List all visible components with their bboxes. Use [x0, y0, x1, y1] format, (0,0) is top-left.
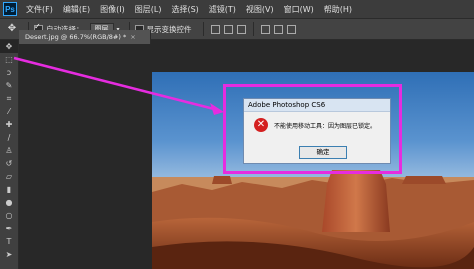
- history-brush-icon[interactable]: ↺: [0, 157, 18, 170]
- stamp-icon[interactable]: ♙: [0, 144, 18, 157]
- quick-select-icon[interactable]: ✎: [0, 79, 18, 92]
- marquee-icon[interactable]: ⬚: [0, 53, 18, 66]
- crop-icon[interactable]: ⌗: [0, 92, 18, 105]
- menu-help[interactable]: 帮助(H): [324, 4, 352, 15]
- align-center-icon[interactable]: [273, 24, 283, 34]
- type-icon[interactable]: T: [0, 235, 18, 248]
- error-dialog: Adobe Photoshop CS6 ✕ 不能使用移动工具：因为图层已锁定。 …: [243, 98, 391, 164]
- eyedropper-icon[interactable]: ⁄: [0, 105, 18, 118]
- menu-bar: Ps 文件(F) 编辑(E) 图像(I) 图层(L) 选择(S) 滤镜(T) 视…: [0, 0, 474, 18]
- gradient-icon[interactable]: ▮: [0, 183, 18, 196]
- menu-file[interactable]: 文件(F): [26, 4, 53, 15]
- path-select-icon[interactable]: ➤: [0, 248, 18, 261]
- separator: [202, 22, 204, 36]
- align-top-icon[interactable]: [210, 24, 220, 34]
- align-right-icon[interactable]: [286, 24, 296, 34]
- healing-icon[interactable]: ✚: [0, 118, 18, 131]
- move-tool-icon[interactable]: ✥: [5, 22, 19, 36]
- menu-select[interactable]: 选择(S): [171, 4, 198, 15]
- photoshop-logo: Ps: [3, 2, 17, 16]
- brush-icon[interactable]: ∕: [0, 131, 18, 144]
- menu-view[interactable]: 视图(V): [246, 4, 274, 15]
- error-icon: ✕: [254, 118, 268, 132]
- menu-filter[interactable]: 滤镜(T): [209, 4, 236, 15]
- align-bottom-icon[interactable]: [236, 24, 246, 34]
- separator: [252, 22, 254, 36]
- move-icon[interactable]: ✥: [0, 40, 18, 53]
- close-icon[interactable]: ×: [130, 33, 135, 41]
- menu-window[interactable]: 窗口(W): [284, 4, 314, 15]
- ok-button[interactable]: 确定: [299, 146, 347, 159]
- dialog-title: Adobe Photoshop CS6: [244, 99, 390, 112]
- tools-panel: ✥ ⬚ ↄ ✎ ⌗ ⁄ ✚ ∕ ♙ ↺ ▱ ▮ ● ○ ✒ T ➤: [0, 40, 19, 269]
- dialog-message: 不能使用移动工具：因为图层已锁定。: [274, 122, 377, 130]
- menu-layer[interactable]: 图层(L): [135, 4, 162, 15]
- align-middle-icon[interactable]: [223, 24, 233, 34]
- dodge-icon[interactable]: ○: [0, 209, 18, 222]
- pen-icon[interactable]: ✒: [0, 222, 18, 235]
- menu-edit[interactable]: 编辑(E): [63, 4, 90, 15]
- document-tab-title: Desert.jpg @ 66.7%(RGB/8#) *: [25, 33, 127, 41]
- blur-icon[interactable]: ●: [0, 196, 18, 209]
- menu-image[interactable]: 图像(I): [100, 4, 125, 15]
- eraser-icon[interactable]: ▱: [0, 170, 18, 183]
- document-tab[interactable]: Desert.jpg @ 66.7%(RGB/8#) * ×: [19, 30, 151, 44]
- lasso-icon[interactable]: ↄ: [0, 66, 18, 79]
- transform-controls-label: 显示变换控件: [146, 24, 192, 34]
- align-left-icon[interactable]: [260, 24, 270, 34]
